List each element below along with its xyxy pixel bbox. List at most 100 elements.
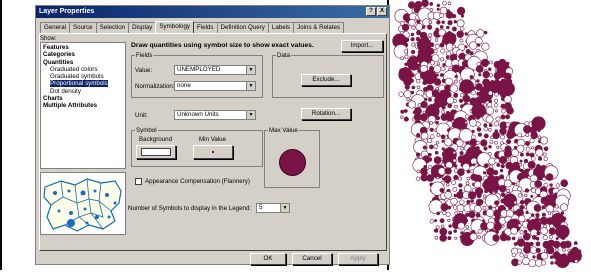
map-symbol bbox=[549, 223, 554, 229]
map-symbol bbox=[436, 211, 441, 216]
map-symbol bbox=[517, 193, 522, 198]
exclude-button[interactable]: Exclude... bbox=[301, 74, 351, 86]
map-symbol bbox=[436, 3, 440, 8]
tab-display[interactable]: Display bbox=[128, 22, 157, 33]
tab-definition-query[interactable]: Definition Query bbox=[216, 22, 269, 33]
map-symbol bbox=[506, 139, 512, 145]
map-symbol bbox=[473, 205, 482, 213]
map-symbol bbox=[434, 110, 438, 114]
map-symbol bbox=[541, 212, 546, 217]
unit-dropdown[interactable]: Unknown Units ▼ bbox=[174, 110, 256, 120]
rotation-button[interactable]: Rotation... bbox=[301, 108, 351, 120]
tab-source[interactable]: Source bbox=[69, 22, 97, 33]
map-symbol bbox=[475, 65, 484, 73]
map-symbol bbox=[407, 100, 416, 109]
map-symbol bbox=[456, 204, 465, 213]
tab-symbology[interactable]: Symbology bbox=[155, 21, 194, 33]
map-symbol bbox=[403, 49, 408, 54]
map-symbol bbox=[453, 229, 457, 233]
import-button[interactable]: Import... bbox=[341, 40, 383, 52]
map-symbol bbox=[416, 19, 421, 24]
map-symbol bbox=[506, 106, 514, 115]
show-item-quantities[interactable]: Quantities bbox=[43, 59, 123, 66]
map-symbol bbox=[511, 148, 519, 157]
max-value-symbol[interactable] bbox=[279, 149, 306, 176]
num-symbols-dropdown[interactable]: 5 ▼ bbox=[256, 203, 290, 213]
show-item-dot-density[interactable]: Dot density bbox=[43, 88, 123, 95]
map-symbol bbox=[506, 188, 510, 193]
map-symbol bbox=[457, 168, 465, 176]
show-item-categories[interactable]: Categories bbox=[43, 51, 123, 58]
map-symbol bbox=[440, 48, 446, 54]
tab-selection[interactable]: Selection bbox=[95, 22, 130, 33]
map-symbol bbox=[456, 19, 465, 28]
map-symbol bbox=[500, 114, 506, 120]
map-symbol bbox=[442, 0, 447, 6]
show-item-graduated-colors[interactable]: Graduated colors bbox=[43, 66, 123, 73]
map-symbol bbox=[475, 140, 480, 145]
map-symbol bbox=[452, 205, 458, 210]
ok-button[interactable]: OK bbox=[250, 253, 286, 265]
close-button[interactable]: X bbox=[377, 7, 387, 16]
map-symbol bbox=[537, 156, 543, 161]
map-symbol bbox=[466, 176, 471, 181]
tab-labels[interactable]: Labels bbox=[267, 22, 295, 33]
show-item-multiple-attributes[interactable]: Multiple Attributes bbox=[43, 102, 123, 109]
map-symbol bbox=[531, 213, 535, 217]
map-symbol bbox=[471, 134, 476, 140]
map-symbol bbox=[540, 136, 549, 145]
map-symbol bbox=[501, 224, 505, 228]
map-symbol bbox=[447, 236, 452, 241]
appearance-checkbox[interactable] bbox=[135, 178, 142, 185]
map-symbol bbox=[433, 78, 442, 86]
show-item-proportional-symbols[interactable]: Proportional symbols bbox=[50, 80, 108, 88]
map-symbol bbox=[427, 157, 433, 162]
map-symbol bbox=[480, 139, 488, 147]
map-symbol bbox=[408, 1, 416, 9]
map-symbol bbox=[564, 240, 572, 249]
map-symbol bbox=[416, 85, 421, 89]
map-symbol bbox=[433, 228, 439, 233]
preview-map-image bbox=[41, 173, 125, 234]
show-item-charts[interactable]: Charts bbox=[43, 95, 123, 102]
map-symbol bbox=[489, 140, 494, 144]
background-symbol-button[interactable] bbox=[136, 145, 176, 159]
map-symbol bbox=[454, 79, 458, 84]
map-symbol bbox=[472, 86, 476, 90]
map-symbol bbox=[488, 128, 492, 132]
map-symbol bbox=[482, 70, 490, 79]
min-value-symbol-button[interactable] bbox=[193, 145, 233, 159]
map-symbol bbox=[398, 91, 404, 97]
value-dropdown[interactable]: UNEMPLOYED ▼ bbox=[174, 65, 256, 75]
map-symbol bbox=[486, 221, 495, 230]
num-symbols-dropdown-text: 5 bbox=[259, 204, 263, 211]
normalization-dropdown[interactable]: none ▼ bbox=[174, 81, 256, 91]
map-symbol bbox=[479, 95, 488, 104]
map-symbol bbox=[447, 20, 453, 26]
data-group-label: Data bbox=[277, 52, 291, 59]
help-button[interactable]: ? bbox=[366, 7, 376, 16]
cancel-button[interactable]: Cancel bbox=[292, 253, 332, 265]
map-symbol bbox=[428, 97, 432, 102]
tab-joins-relates[interactable]: Joins & Relates bbox=[293, 22, 345, 33]
show-item-features[interactable]: Features bbox=[43, 44, 123, 51]
map-symbol bbox=[433, 65, 442, 73]
map-symbol bbox=[433, 49, 438, 54]
map-symbol bbox=[403, 109, 408, 113]
map-symbol bbox=[447, 1, 452, 6]
map-symbol bbox=[480, 58, 490, 68]
map-symbol bbox=[547, 211, 552, 215]
map-symbol bbox=[536, 231, 541, 236]
tab-fields[interactable]: Fields bbox=[193, 22, 218, 33]
map-symbol bbox=[501, 108, 506, 114]
map-symbol bbox=[439, 13, 445, 18]
apply-button[interactable]: Apply bbox=[338, 253, 378, 265]
map-symbol bbox=[472, 163, 476, 167]
map-symbol bbox=[429, 219, 434, 224]
map-symbol bbox=[435, 73, 439, 77]
map-symbol bbox=[400, 109, 405, 114]
map-symbol bbox=[499, 168, 504, 173]
map-symbol bbox=[494, 140, 498, 145]
show-item-graduated-symbols[interactable]: Graduated symbols bbox=[43, 73, 123, 80]
tab-general[interactable]: General bbox=[40, 22, 71, 33]
